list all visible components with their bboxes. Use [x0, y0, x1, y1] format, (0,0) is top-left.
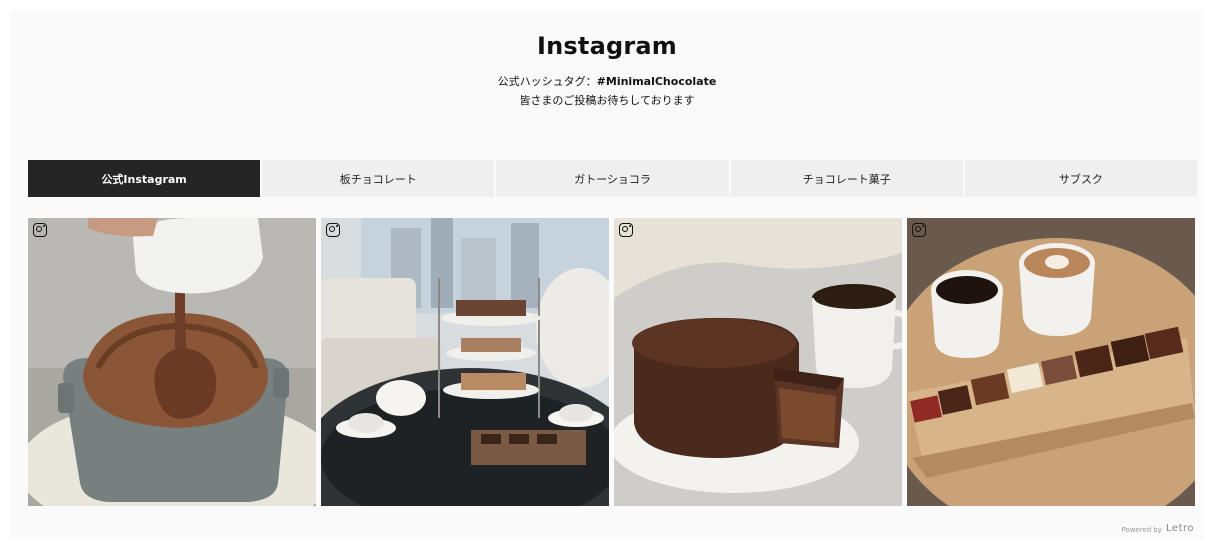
post-image-afternoon-tea: [321, 218, 609, 506]
instagram-icon: [33, 223, 47, 237]
instagram-icon: [326, 223, 340, 237]
tab-chocolate-sweets[interactable]: チョコレート菓子: [731, 160, 965, 197]
post-image-souffle: [28, 218, 316, 506]
post-image-gateau: [614, 218, 902, 506]
post-grid: [28, 218, 1197, 506]
instagram-icon: [912, 223, 926, 237]
powered-by-label: Powered by: [1121, 526, 1163, 534]
post-image-chocolate-bars: [907, 218, 1195, 506]
tab-chocolate-bar[interactable]: 板チョコレート: [262, 160, 497, 197]
letro-logo[interactable]: Letro: [1166, 523, 1194, 534]
post-tile[interactable]: [907, 218, 1195, 506]
hashtag-line: 公式ハッシュタグ：#MinimalChocolate: [10, 73, 1204, 89]
tab-subscription[interactable]: サブスク: [965, 160, 1197, 197]
instagram-widget: Instagram 公式ハッシュタグ：#MinimalChocolate 皆さま…: [10, 10, 1204, 540]
powered-by: Powered by Letro: [1121, 523, 1194, 534]
category-tabs: 公式Instagram 板チョコレート ガトーショコラ チョコレート菓子 サブス…: [28, 160, 1197, 197]
post-tile[interactable]: [28, 218, 316, 506]
post-tile[interactable]: [614, 218, 902, 506]
instagram-icon: [619, 223, 633, 237]
post-tile[interactable]: [321, 218, 609, 506]
hashtag-prefix: 公式ハッシュタグ：: [497, 75, 597, 88]
hashtag-text: #MinimalChocolate: [596, 75, 717, 88]
widget-title: Instagram: [537, 32, 677, 60]
tab-official-instagram[interactable]: 公式Instagram: [28, 160, 263, 197]
invitation-text: 皆さまのご投稿お待ちしております: [519, 94, 695, 107]
tab-gateau-chocolat[interactable]: ガトーショコラ: [496, 160, 731, 197]
